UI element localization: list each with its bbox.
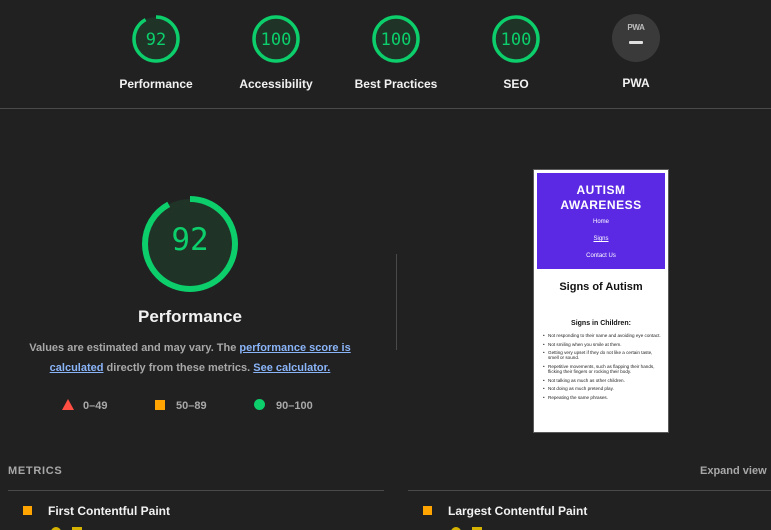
site-subheading: Signs in Children: <box>571 320 631 327</box>
gauge-accessibility[interactable]: 100 Accessibility <box>216 14 336 91</box>
legend-pass: 90–100 <box>254 398 313 414</box>
metric-divider <box>8 490 384 491</box>
metric-divider <box>408 490 771 491</box>
screenshot-page: AUTISM AWARENESS Home Signs Contact Us S… <box>537 173 665 429</box>
metric-name: First Contentful Paint <box>48 504 170 518</box>
nav-home: Home <box>592 219 609 225</box>
pwa-badge-text: PWA <box>627 23 645 32</box>
average-square-icon <box>423 506 432 515</box>
gauge-score: 92 <box>145 30 167 50</box>
performance-title: Performance <box>138 307 242 326</box>
pwa-badge-icon: PWA <box>612 14 660 62</box>
average-square-icon <box>23 506 32 515</box>
signs-list: Not responding to their name and avoidin… <box>543 333 661 404</box>
gauge-label: Accessibility <box>239 77 313 91</box>
metric-value-icons <box>51 527 82 530</box>
gauge-best-practices[interactable]: 100 Best Practices <box>336 14 456 91</box>
calculator-link[interactable]: See calculator. <box>253 362 330 374</box>
category-summary-bar: 92 Performance 100 Accessibility 100 Bes… <box>0 0 771 109</box>
expand-view-toggle[interactable]: Expand view <box>700 465 767 477</box>
list-item: Getting very upset if they do not like a… <box>543 350 661 360</box>
legend-range: 90–100 <box>276 400 313 412</box>
triangle-icon <box>62 399 74 410</box>
nav-contact: Contact Us <box>586 253 616 259</box>
site-page-title: Signs of Autism <box>559 281 643 293</box>
note-text: Values are estimated and may vary. The <box>29 342 240 354</box>
legend-range: 50–89 <box>176 400 207 412</box>
list-item: Not talking as much as other children. <box>543 378 661 383</box>
metric-name: Largest Contentful Paint <box>448 504 588 518</box>
pwa-dash-icon <box>629 41 643 44</box>
list-item: Repetitive movements, such as flapping t… <box>543 364 661 374</box>
nav-signs: Signs <box>593 236 609 242</box>
score-note: Values are estimated and may vary. The p… <box>20 338 360 378</box>
gauge-label: SEO <box>503 77 529 91</box>
performance-score: 92 <box>171 222 209 258</box>
list-item: Repeating the same phrases. <box>543 395 661 400</box>
gauge-score: 100 <box>260 30 292 50</box>
circle-icon <box>254 399 265 410</box>
metrics-heading: METRICS <box>8 465 63 477</box>
gauge-score: 100 <box>380 30 412 50</box>
score-legend: 0–49 50–89 90–100 <box>62 398 362 414</box>
final-screenshot[interactable]: AUTISM AWARENESS Home Signs Contact Us S… <box>533 169 669 433</box>
list-item: Not doing as much pretend play. <box>543 386 661 391</box>
gauge-label: Best Practices <box>354 77 438 91</box>
legend-average: 50–89 <box>155 398 207 414</box>
gauge-seo[interactable]: 100 SEO <box>456 14 576 91</box>
divider <box>396 254 397 350</box>
legend-range: 0–49 <box>83 400 108 412</box>
list-item: Not smiling when you smile at them. <box>543 342 661 347</box>
square-icon <box>155 400 165 410</box>
site-header: AUTISM AWARENESS Home Signs Contact Us <box>537 173 665 269</box>
metric-value-icons <box>451 527 482 530</box>
gauge-label: PWA <box>622 76 650 90</box>
gauge-label: Performance <box>119 77 193 91</box>
list-item: Not responding to their name and avoidin… <box>543 333 661 338</box>
gauge-score: 100 <box>500 30 532 50</box>
note-text: directly from these metrics. <box>103 362 254 374</box>
gauge-performance[interactable]: 92 Performance <box>96 14 216 91</box>
site-title: AUTISM AWARENESS <box>560 183 642 212</box>
legend-fail: 0–49 <box>62 398 107 414</box>
